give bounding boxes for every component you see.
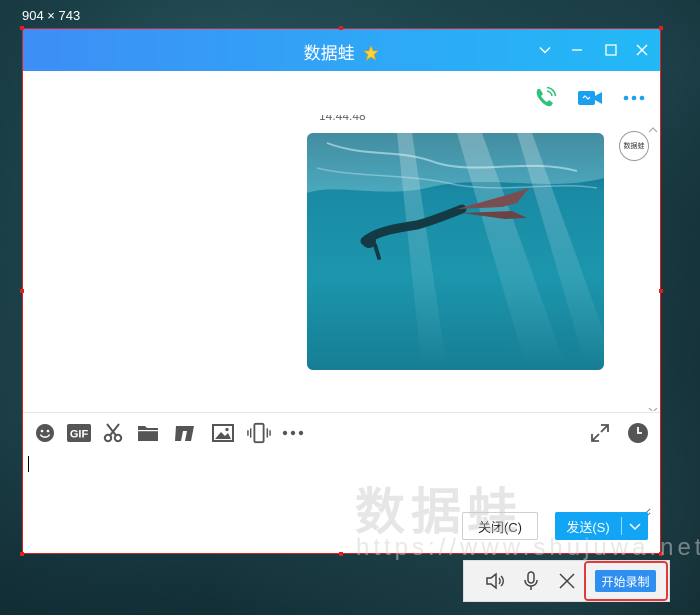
resize-handle-right[interactable]	[659, 289, 663, 293]
start-recording-button[interactable]: 开始录制	[595, 570, 656, 592]
start-recording-label: 开始录制	[601, 574, 650, 589]
resize-handle-bottom-left[interactable]	[20, 552, 24, 556]
selection-rectangle[interactable]	[22, 28, 661, 554]
resize-handle-top-right[interactable]	[659, 26, 663, 30]
resize-handle-bottom-right[interactable]	[659, 552, 663, 556]
close-icon[interactable]	[556, 570, 578, 592]
speaker-icon[interactable]	[484, 570, 506, 592]
resize-handle-left[interactable]	[20, 289, 24, 293]
microphone-icon[interactable]	[520, 570, 542, 592]
resize-handle-top-left[interactable]	[20, 26, 24, 30]
resize-handle-top[interactable]	[339, 26, 343, 30]
selection-size-label: 904 × 743	[22, 8, 81, 23]
resize-handle-bottom[interactable]	[339, 552, 343, 556]
